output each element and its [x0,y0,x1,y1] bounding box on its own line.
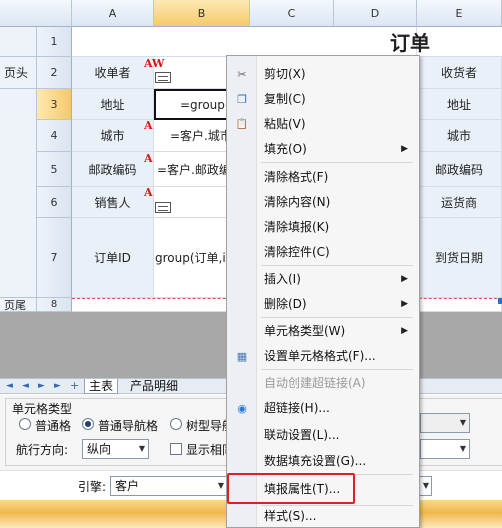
submenu-arrow-icon: ▶ [401,298,408,309]
show-same-checkbox[interactable] [170,443,182,455]
menu-item-auto-hyperlink: 自动创建超链接(A) [264,376,366,390]
radio-tree-nav[interactable] [170,418,182,430]
menu-item-fill[interactable]: 填充(O) ▶ [227,136,419,161]
row-header-5[interactable]: 5 [37,152,72,187]
section-label-footer: 页尾 [0,298,37,312]
column-header-e[interactable]: E [417,0,502,27]
right-select-1[interactable]: ▼ [420,413,470,433]
cell-b7[interactable]: group(订单,i [154,218,227,298]
cell-type-title: 单元格类型 [12,402,73,416]
context-menu: ✂ 剪切(X) ❐ 复制(C) 📋 粘贴(V) 填充(O) ▶ 清除格式(F) … [226,55,420,528]
cell-a3[interactable]: 地址 [72,89,154,120]
add-sheet-button[interactable]: + [70,379,79,393]
column-header-d[interactable]: D [334,0,417,27]
column-header-a[interactable]: A [72,0,154,27]
row-header-4[interactable]: 4 [37,120,72,152]
section-label-blank [0,27,37,57]
radio-normal-nav-cell-label: 普通导航格 [98,419,159,433]
cell-a6[interactable]: 销售人 [72,187,154,218]
menu-item-hyperlink[interactable]: ◉ 超链接(H)... [227,395,419,420]
flag-a-row4: A [144,119,153,132]
submenu-arrow-icon: ▶ [401,325,408,336]
right-select-2[interactable]: ▼ [420,439,470,459]
control-icon [155,72,171,83]
report-title: 订单 [390,31,430,55]
radio-normal-cell-label: 普通格 [35,419,72,433]
prev-sheet-button[interactable]: ◄ [22,379,29,393]
scissors-icon: ✂ [237,67,247,81]
tab-main[interactable]: 主表 [84,379,119,394]
menu-item-style[interactable]: 样式(S)... [227,503,419,528]
cell-b5[interactable]: =客户.邮政编 [154,152,227,187]
engine-right-select[interactable]: ▼ [418,476,432,496]
engine-select[interactable]: 客户 ▼ [110,476,228,496]
menu-item-copy[interactable]: ❐ 复制(C) [227,86,419,111]
first-sheet-button[interactable]: ◄ [6,379,13,393]
menu-item-linkage-settings[interactable]: 联动设置(L)... [227,422,419,447]
menu-item-cell-type[interactable]: 单元格类型(W) ▶ [227,318,419,343]
cell-a5[interactable]: 邮政编码 [72,152,154,187]
menu-item-clear-control[interactable]: 清除控件(C) [227,239,419,264]
section-label-header: 页头 [0,57,37,89]
row-header-2[interactable]: 2 [37,57,72,89]
cell-e4[interactable]: 城市 [417,120,502,152]
flag-aw: AW [144,57,165,70]
cell-a4[interactable]: 城市 [72,120,154,152]
submenu-arrow-icon: ▶ [401,273,408,284]
column-header-b[interactable]: B [154,0,250,27]
direction-label: 航行方向: [16,443,69,457]
cell-a7[interactable]: 订单ID [72,218,154,298]
last-sheet-button[interactable]: ► [54,379,61,393]
menu-item-cut[interactable]: ✂ 剪切(X) [227,61,419,86]
submenu-arrow-icon: ▶ [401,143,408,154]
menu-item-paste[interactable]: 📋 粘贴(V) [227,111,419,136]
cell-e7[interactable]: 到货日期 [417,218,502,298]
format-cells-icon: ▦ [236,349,248,363]
copy-icon: ❐ [237,92,247,106]
menu-item-delete[interactable]: 删除(D) ▶ [227,291,419,316]
highlight-box [227,473,355,504]
row-header-8[interactable]: 8 [37,298,72,312]
engine-label: 引擎: [78,480,107,494]
report-designer-window: A B C D E 页头 页尾 1 2 3 4 5 6 7 8 订单 收单者 A… [0,0,502,528]
direction-select[interactable]: 纵向 ▼ [82,439,149,459]
cell-b4[interactable]: =客户.城市 [154,120,227,152]
right-edge-marker [498,298,502,304]
menu-item-format-cells[interactable]: ▦ 设置单元格格式(F)... [227,343,419,368]
cell-a2[interactable]: 收单者 [72,57,154,89]
cell-e3[interactable]: 地址 [417,89,502,120]
report-title-cell[interactable]: 订单 [334,27,502,57]
row-header-3[interactable]: 3 [37,89,72,120]
menu-item-clear-format[interactable]: 清除格式(F) [227,164,419,189]
cell-b3-selected[interactable]: =group( [154,89,228,120]
row-header-7[interactable]: 7 [37,218,72,298]
tab-product-detail[interactable]: 产品明细 [126,379,182,394]
cell-e5[interactable]: 邮政编码 [417,152,502,187]
next-sheet-button[interactable]: ► [38,379,45,393]
menu-item-clear-fill[interactable]: 清除填报(K) [227,214,419,239]
section-label-body [0,89,37,298]
cell-e2[interactable]: 收货者 [417,57,502,89]
corner-header[interactable] [0,0,72,27]
menu-item-data-fill-settings[interactable]: 数据填充设置(G)... [227,448,419,473]
menu-item-insert[interactable]: 插入(I) ▶ [227,266,419,291]
radio-normal-cell[interactable] [19,418,31,430]
row-header-1[interactable]: 1 [37,27,72,57]
control-icon-row6 [155,202,171,213]
globe-icon: ◉ [237,401,247,415]
menu-item-clear-content[interactable]: 清除内容(N) [227,189,419,214]
flag-a-row5: A [144,152,153,165]
cell-e6[interactable]: 运货商 [417,187,502,218]
row-header-6[interactable]: 6 [37,187,72,218]
menu-separator [261,162,413,163]
paste-icon: 📋 [235,118,249,130]
column-header-c[interactable]: C [250,0,334,27]
radio-normal-nav-cell[interactable] [82,418,94,430]
flag-a-row6: A [144,186,153,199]
